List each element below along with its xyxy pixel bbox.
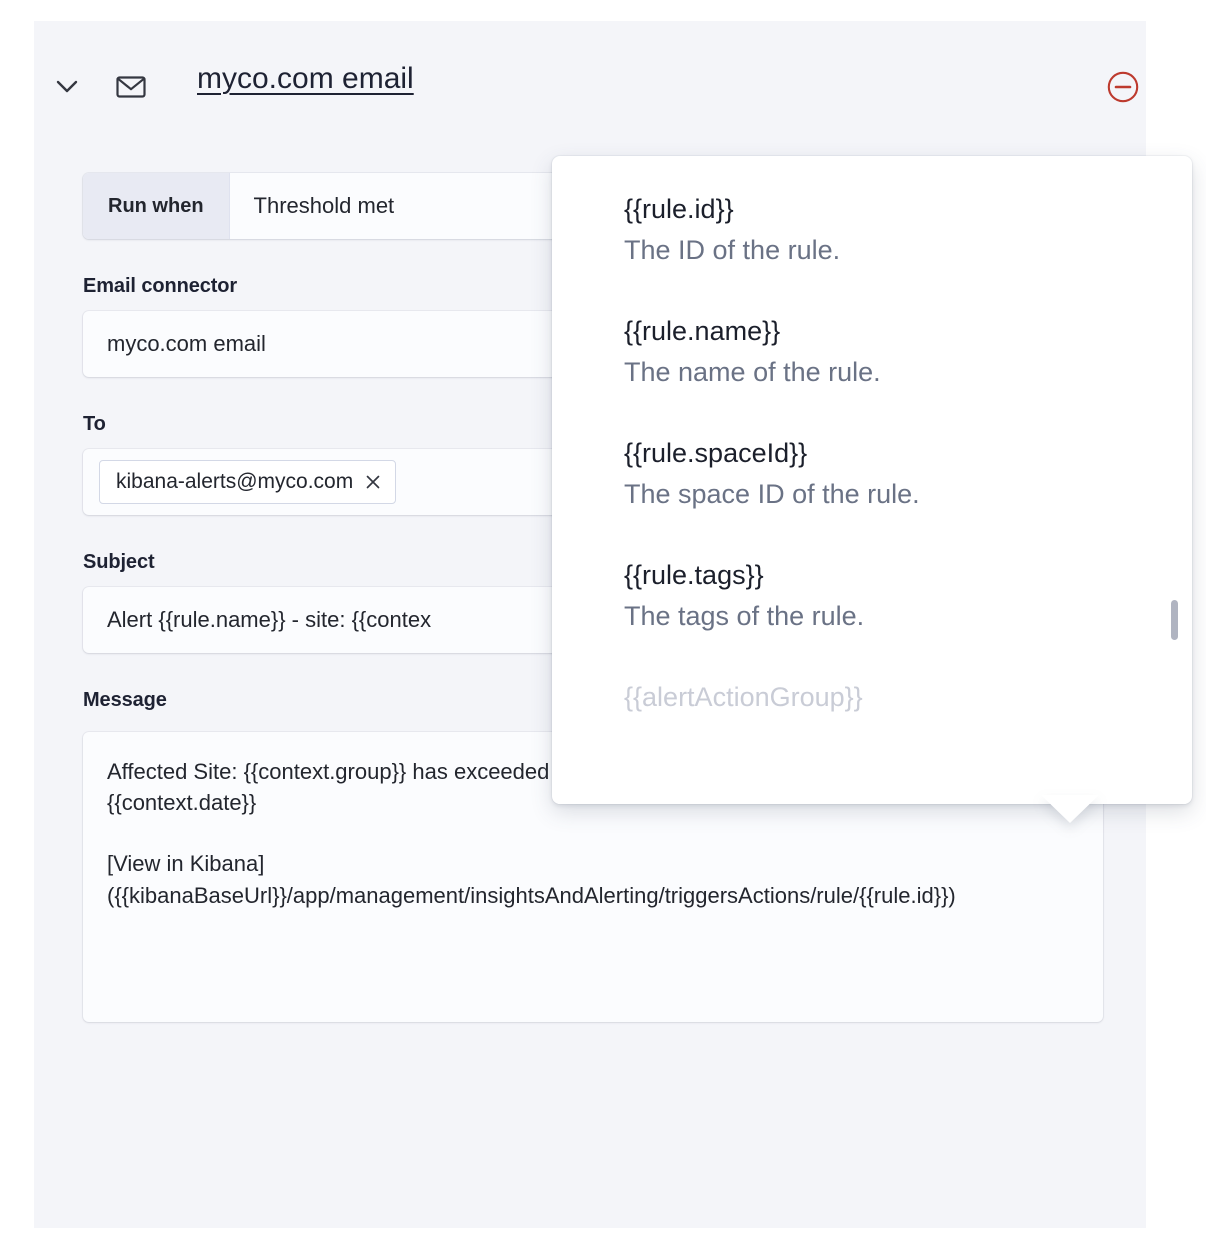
variable-item[interactable]: {{rule.spaceId}} The space ID of the rul… [624, 436, 1152, 511]
variable-item[interactable]: {{alertActionGroup}} [624, 680, 1152, 715]
variable-description: The ID of the rule. [624, 233, 1152, 268]
recipient-pill-label: kibana-alerts@myco.com [116, 470, 353, 494]
mail-icon [112, 67, 150, 105]
variable-name: {{rule.name}} [624, 314, 1152, 349]
recipient-pill[interactable]: kibana-alerts@myco.com [99, 460, 396, 504]
x-icon[interactable] [364, 473, 382, 491]
variable-list: {{rule.id}} The ID of the rule. {{rule.n… [552, 156, 1192, 804]
chevron-down-icon[interactable] [48, 67, 86, 105]
circle-minus-icon[interactable] [1105, 69, 1141, 105]
action-card-header: myco.com email [34, 21, 1146, 121]
variable-item[interactable]: {{rule.name}} The name of the rule. [624, 314, 1152, 389]
connector-title-link[interactable]: myco.com email [197, 62, 414, 96]
variable-name: {{rule.tags}} [624, 558, 1152, 593]
popover-scrollbar-thumb[interactable] [1171, 600, 1178, 640]
variable-item[interactable]: {{rule.tags}} The tags of the rule. [624, 558, 1152, 633]
popover-scrollbar-track[interactable] [1171, 166, 1178, 794]
popover-arrow [1041, 795, 1099, 823]
variable-popover[interactable]: {{rule.id}} The ID of the rule. {{rule.n… [552, 156, 1192, 804]
message-label: Message [83, 689, 167, 711]
variable-description: The name of the rule. [624, 355, 1152, 390]
variable-name: {{alertActionGroup}} [624, 680, 1152, 715]
message-blank-line [107, 818, 1079, 848]
message-line-2: [View in Kibana] ({{kibanaBaseUrl}}/app/… [107, 848, 1079, 910]
variable-name: {{rule.id}} [624, 192, 1152, 227]
variable-item[interactable]: {{rule.id}} The ID of the rule. [624, 192, 1152, 267]
variable-name: {{rule.spaceId}} [624, 436, 1152, 471]
run-when-label: Run when [83, 173, 230, 239]
variable-description: The space ID of the rule. [624, 477, 1152, 512]
variable-description: The tags of the rule. [624, 599, 1152, 634]
